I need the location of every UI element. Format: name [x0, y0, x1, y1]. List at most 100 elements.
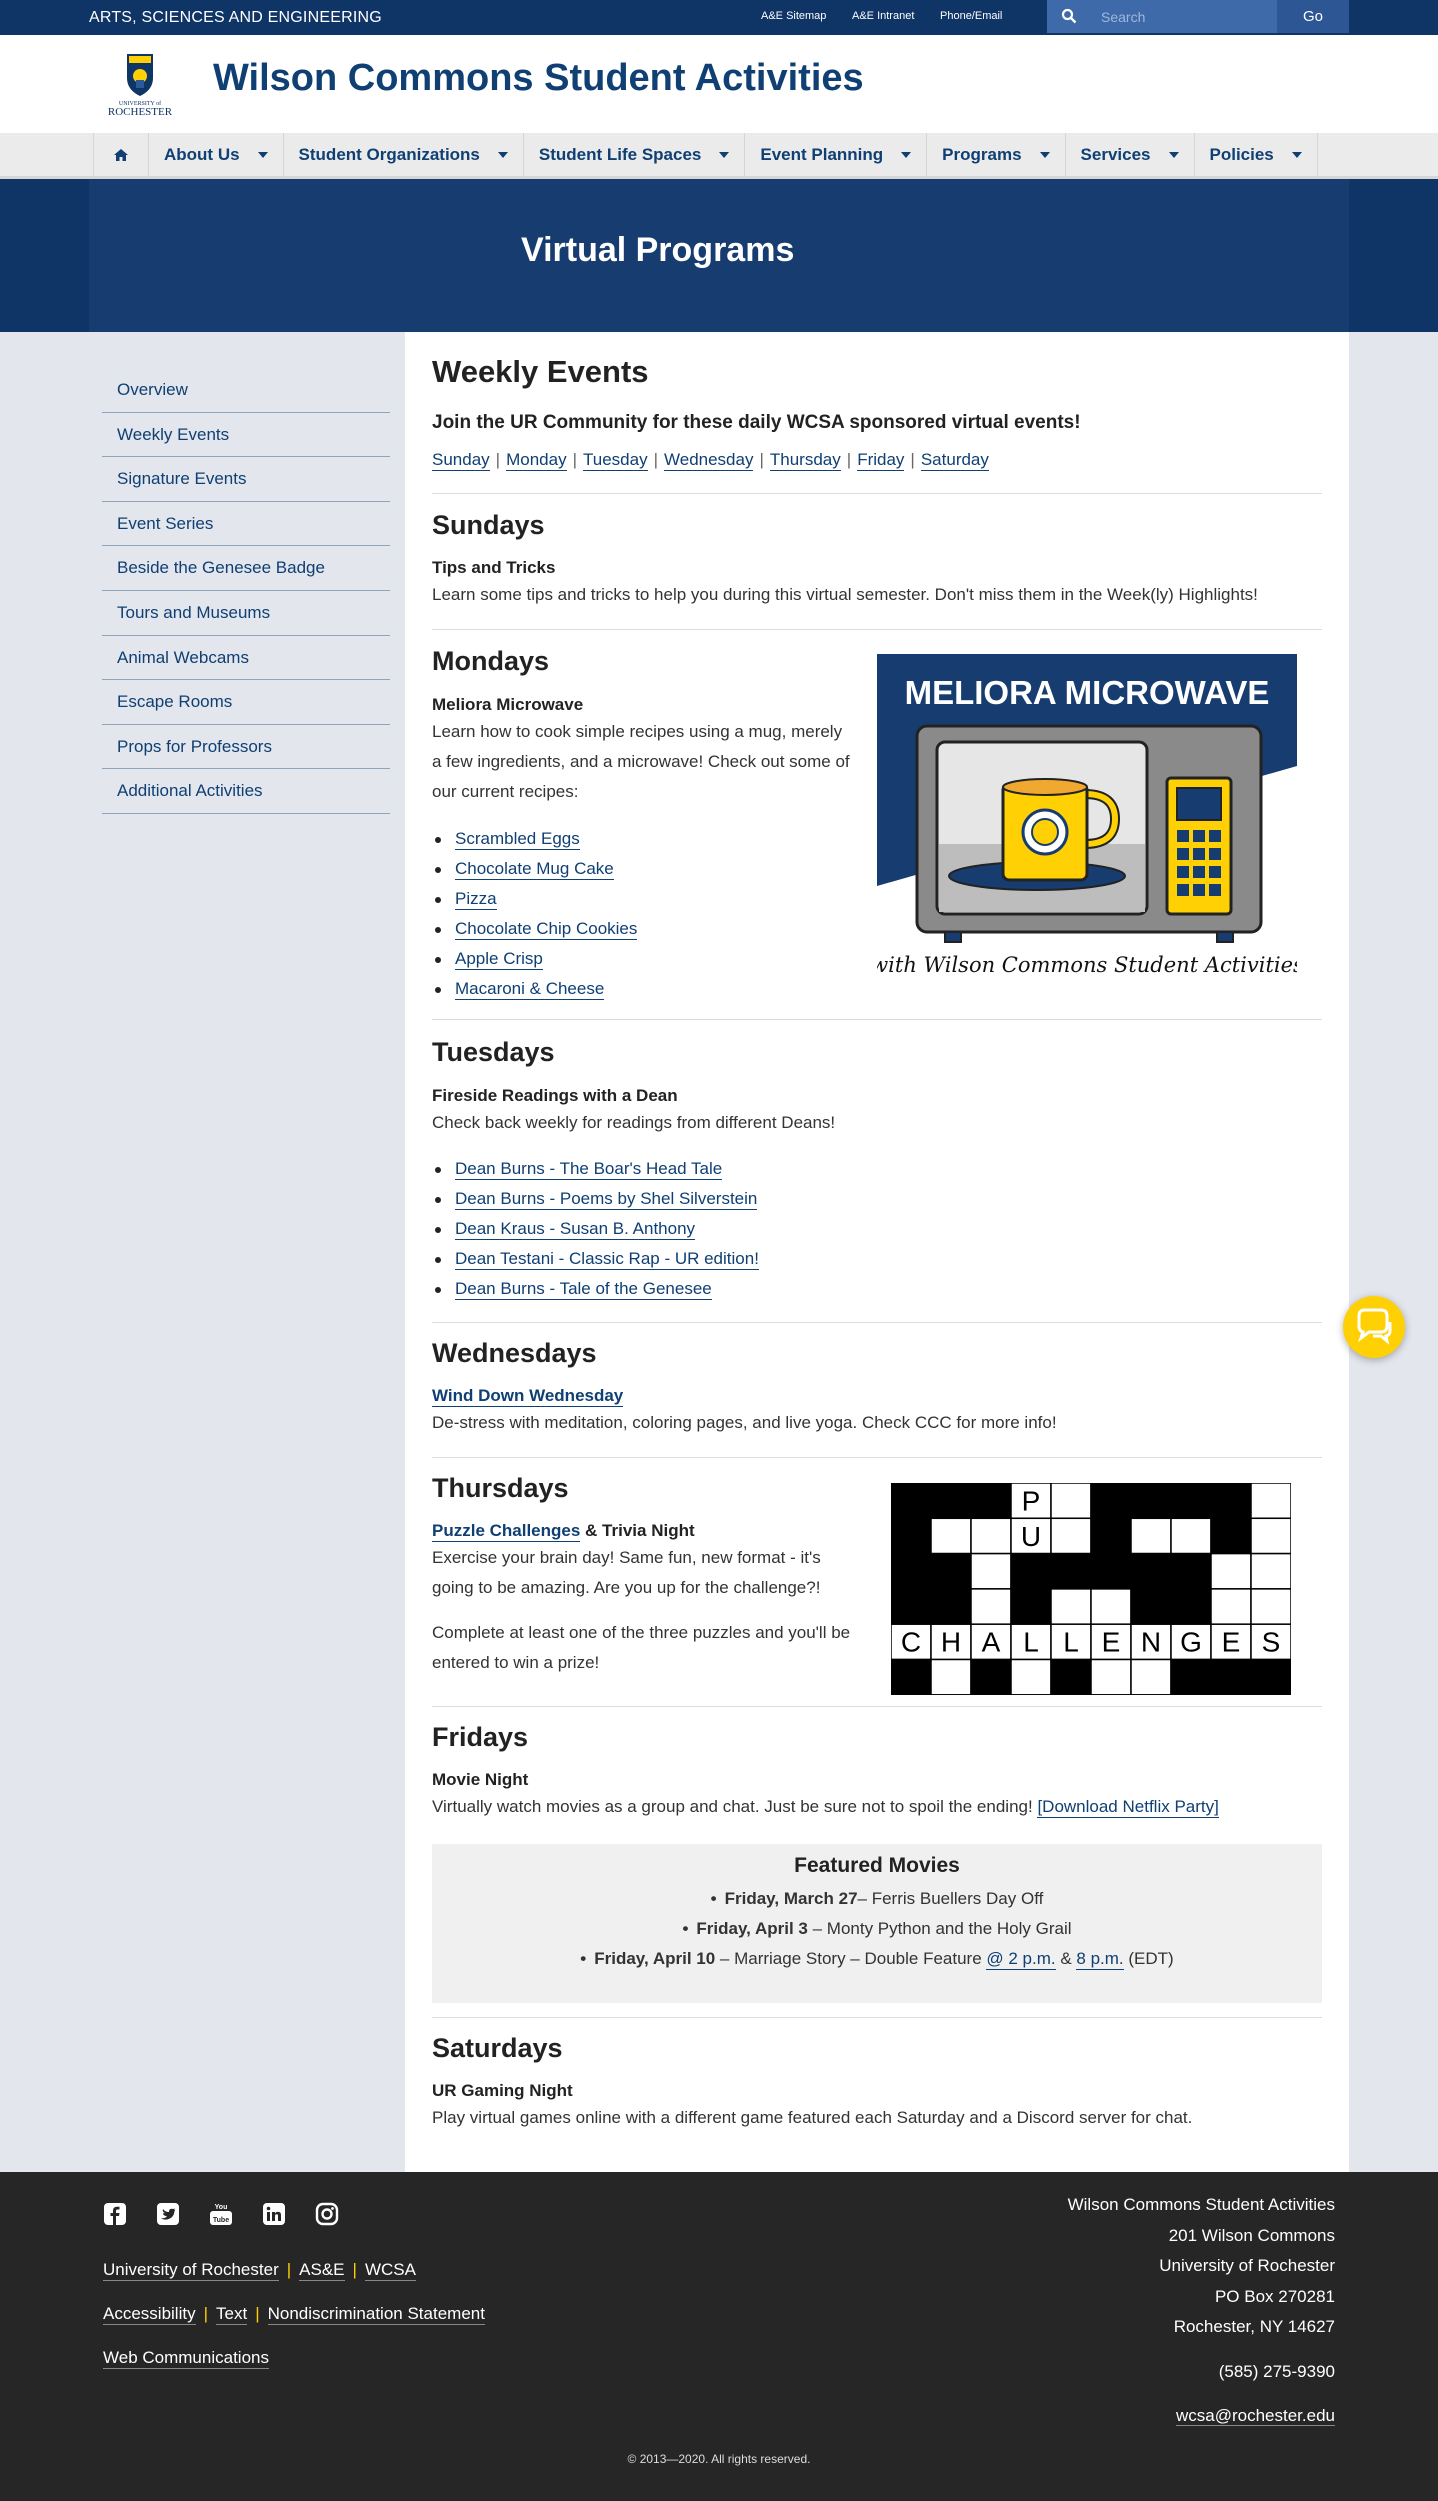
sidebar-item-event-series[interactable]: Event Series [102, 502, 390, 547]
footer-link-text[interactable]: Text [216, 2304, 248, 2325]
intro-text: Join the UR Community for these daily WC… [432, 412, 1081, 433]
puzzle-cell [1250, 1517, 1291, 1555]
showtime-2pm-link[interactable]: @ 2 p.m. [986, 1949, 1056, 1970]
chevron-down-icon [1039, 152, 1050, 158]
puzzle-cell [891, 1552, 932, 1590]
college-brand-link[interactable]: ARTS, SCIENCES AND ENGINEERING [89, 0, 382, 35]
sidebar-item-additional-activities[interactable]: Additional Activities [102, 769, 390, 814]
search-go-button[interactable]: Go [1277, 0, 1349, 33]
sidebar-item-overview[interactable]: Overview [102, 368, 390, 413]
puzzle-cell [891, 1658, 932, 1695]
reading-link[interactable]: Dean Burns - Poems by Shel Silverstein [455, 1189, 758, 1210]
puzzle-cell [1170, 1588, 1212, 1625]
footer-email-link[interactable]: wcsa@rochester.edu [1175, 2406, 1335, 2426]
puzzle-cell [970, 1658, 1012, 1695]
recipe-link[interactable]: Chocolate Mug Cake [455, 859, 614, 880]
footer-link-nondiscrimination[interactable]: Nondiscrimination Statement [267, 2304, 485, 2325]
divider [432, 493, 1322, 494]
day-link-sunday[interactable]: Sunday [432, 450, 490, 471]
recipe-link[interactable]: Macaroni & Cheese [455, 979, 605, 1000]
puzzle-cell [1050, 1552, 1092, 1590]
tuesday-heading: Tuesdays [432, 1037, 555, 1067]
sidebar-item-props-professors[interactable]: Props for Professors [102, 725, 390, 770]
svg-text:MELIORA MICROWAVE: MELIORA MICROWAVE [905, 674, 1270, 711]
puzzle-cell [930, 1483, 972, 1520]
address-line: 201 Wilson Commons [1168, 2225, 1335, 2245]
puzzle-cell [930, 1588, 972, 1625]
footer-link-university[interactable]: University of Rochester [103, 2260, 279, 2281]
phone-email-link[interactable]: Phone/Email [940, 0, 1002, 33]
svg-text:with Wilson Commons Student Ac: with Wilson Commons Student Activities [877, 953, 1297, 977]
instagram-icon[interactable] [315, 2202, 339, 2226]
showtime-8pm-link[interactable]: 8 p.m. [1076, 1949, 1124, 1970]
footer-link-ase[interactable]: AS&E [299, 2260, 345, 2281]
nav-policies[interactable]: Policies [1193, 133, 1318, 177]
nav-home[interactable] [93, 133, 148, 177]
puzzle-cell [1250, 1552, 1291, 1590]
nav-event-planning[interactable]: Event Planning [744, 133, 926, 177]
puzzle-challenges-link[interactable]: Puzzle Challenges [432, 1521, 581, 1542]
sidebar-item-escape-rooms[interactable]: Escape Rooms [102, 680, 390, 725]
footer-phone[interactable]: (585) 275-9390 [1068, 2357, 1335, 2388]
sidebar-item-tours-museums[interactable]: Tours and Museums [102, 591, 390, 636]
university-logo[interactable]: UNIVERSITY of ROCHESTER [100, 50, 180, 120]
sidebar-item-signature-events[interactable]: Signature Events [102, 457, 390, 502]
puzzle-cell [970, 1517, 1012, 1555]
intranet-link[interactable]: A&E Intranet [852, 0, 914, 33]
recipe-link[interactable]: Pizza [455, 889, 497, 910]
sidebar-item-genesee-badge[interactable]: Beside the Genesee Badge [102, 546, 390, 591]
movies-list: Friday, March 27– Ferris Buellers Day Of… [432, 1884, 1322, 1974]
nav-student-organizations[interactable]: Student Organizations [282, 133, 523, 177]
footer-link-accessibility[interactable]: Accessibility [103, 2304, 196, 2325]
sitemap-link[interactable]: A&E Sitemap [761, 0, 826, 33]
divider [432, 2017, 1322, 2018]
site-title[interactable]: Wilson Commons Student Activities [213, 57, 864, 100]
puzzle-cell [1090, 1588, 1132, 1625]
separator: | [910, 450, 915, 469]
footer-links-row-2: Accessibility | Text | Nondiscrimination Sta… [103, 2304, 485, 2325]
day-link-wednesday[interactable]: Wednesday [664, 450, 754, 471]
site-header: UNIVERSITY of ROCHESTER Wilson Commons S… [0, 35, 1438, 133]
nav-services[interactable]: Services [1064, 133, 1194, 177]
divider [432, 1322, 1322, 1323]
day-link-monday[interactable]: Monday [506, 450, 567, 471]
nav-student-life-spaces[interactable]: Student Life Spaces [522, 133, 744, 177]
day-link-tuesday[interactable]: Tuesday [583, 450, 648, 471]
reading-link[interactable]: Dean Kraus - Susan B. Anthony [455, 1219, 696, 1240]
reading-link[interactable]: Dean Testani - Classic Rap - UR edition! [455, 1249, 759, 1270]
puzzle-cell [891, 1588, 932, 1625]
nav-programs[interactable]: Programs [926, 133, 1064, 177]
wind-down-link[interactable]: Wind Down Wednesday [432, 1386, 624, 1407]
day-link-friday[interactable]: Friday [857, 450, 905, 471]
day-link-thursday[interactable]: Thursday [769, 450, 841, 471]
sidebar-item-animal-webcams[interactable]: Animal Webcams [102, 636, 390, 681]
sunday-heading: Sundays [432, 510, 545, 540]
chevron-down-icon [719, 152, 730, 158]
puzzle-letter: E [1102, 1627, 1121, 1658]
page-title: Virtual Programs [521, 231, 795, 269]
list-item: Dean Kraus - Susan B. Anthony [432, 1214, 1322, 1244]
linkedin-icon[interactable] [262, 2202, 286, 2226]
day-link-saturday[interactable]: Saturday [920, 450, 989, 471]
recipe-link[interactable]: Scrambled Eggs [455, 829, 580, 850]
divider [432, 1019, 1322, 1020]
reading-link[interactable]: Dean Burns - Tale of the Genesee [455, 1279, 712, 1300]
main-navigation: About Us Student Organizations Student L… [0, 133, 1438, 179]
recipe-link[interactable]: Chocolate Chip Cookies [455, 919, 638, 940]
footer-link-web-communications[interactable]: Web Communications [103, 2348, 269, 2369]
netflix-party-link[interactable]: [Download Netflix Party] [1037, 1797, 1219, 1818]
recipe-link[interactable]: Apple Crisp [455, 949, 543, 970]
facebook-icon[interactable] [103, 2202, 127, 2226]
readings-list: Dean Burns - The Boar's Head Tale Dean B… [432, 1154, 1322, 1304]
youtube-icon[interactable]: You Tube [209, 2202, 233, 2226]
chat-button[interactable] [1343, 1296, 1405, 1358]
puzzle-cell [1250, 1483, 1291, 1520]
list-item: Dean Burns - Poems by Shel Silverstein [432, 1184, 1322, 1214]
footer-link-wcsa[interactable]: WCSA [364, 2260, 416, 2281]
nav-label: About Us [164, 145, 240, 164]
reading-link[interactable]: Dean Burns - The Boar's Head Tale [455, 1159, 723, 1180]
nav-about-us[interactable]: About Us [148, 133, 283, 177]
twitter-icon[interactable] [156, 2202, 180, 2226]
puzzle-letter: Z [1022, 1591, 1039, 1622]
sidebar-item-weekly-events[interactable]: Weekly Events [102, 413, 390, 458]
